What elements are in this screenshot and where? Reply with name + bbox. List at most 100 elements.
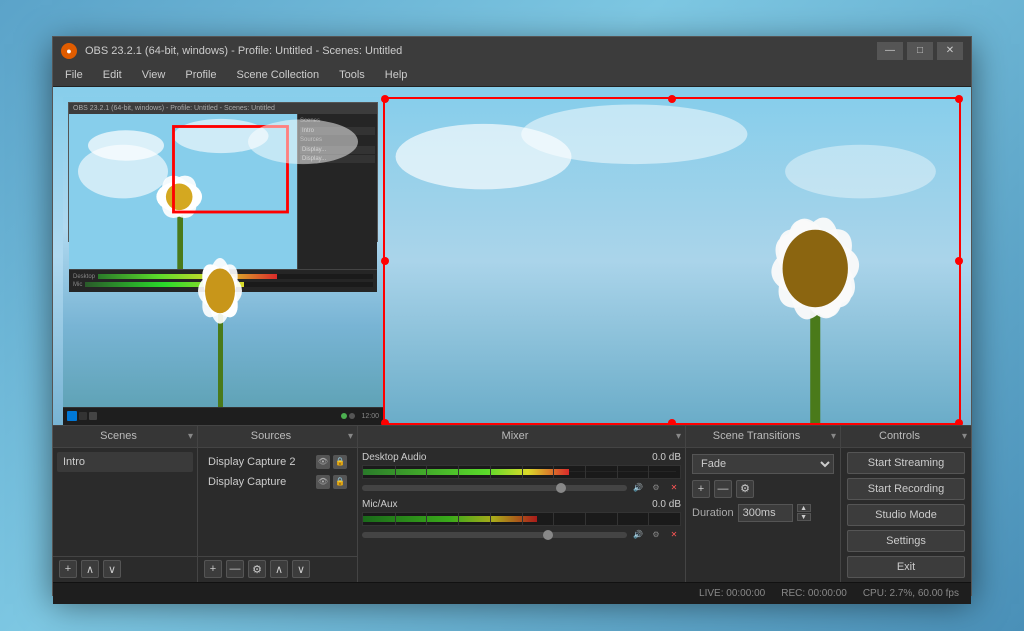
controls-panel: Controls ▾ Start Streaming Start Recordi… — [841, 426, 971, 582]
preview-left-taskbar: 12:00 — [63, 407, 383, 425]
start-streaming-btn[interactable]: Start Streaming — [847, 452, 965, 474]
mixer-desktop-mute-btn[interactable]: 🔊 — [631, 481, 645, 495]
scene-item-intro[interactable]: Intro — [57, 452, 193, 472]
preview-inner-bottom: Desktop Mic — [69, 269, 377, 292]
duration-up-btn[interactable]: ▲ — [797, 504, 811, 512]
sources-settings-btn[interactable]: ⚙ — [248, 560, 266, 578]
mixer-mic-settings-btn[interactable]: ⚙ — [649, 528, 663, 542]
menu-scene-collection[interactable]: Scene Collection — [233, 67, 324, 83]
start-recording-btn[interactable]: Start Recording — [847, 478, 965, 500]
minimize-button[interactable]: — — [877, 42, 903, 60]
scenes-footer: + ∧ ∨ — [53, 556, 197, 582]
menu-profile[interactable]: Profile — [181, 67, 220, 83]
duration-down-btn[interactable]: ▼ — [797, 513, 811, 521]
mixer-mic-footer: 🔊 ⚙ ✕ — [362, 528, 681, 542]
scenes-panel: Scenes ▾ Intro + ∧ ∨ — [53, 426, 198, 582]
menu-edit[interactable]: Edit — [99, 67, 126, 83]
studio-mode-btn[interactable]: Studio Mode — [847, 504, 965, 526]
duration-label: Duration — [692, 507, 734, 519]
mixer-mic-bar — [362, 512, 681, 526]
settings-btn[interactable]: Settings — [847, 530, 965, 552]
mixer-mic-fader[interactable] — [362, 532, 627, 538]
source-item-display-capture-2[interactable]: Display Capture 2 👁 🔒 — [202, 452, 353, 472]
preview-area: OBS 23.2.1 (64-bit, windows) - Profile: … — [53, 87, 971, 425]
preview-inner-content: Scenes Intro Sources Display... Display.… — [69, 114, 377, 269]
status-rec: REC: 00:00:00 — [781, 588, 847, 599]
exit-btn[interactable]: Exit — [847, 556, 965, 578]
mixer-desktop-header: Desktop Audio 0.0 dB — [362, 452, 681, 463]
mixer-header: Mixer ▾ — [358, 426, 685, 448]
app-icon: ● — [61, 43, 77, 59]
sources-content: Display Capture 2 👁 🔒 Display Capture 👁 … — [198, 448, 357, 556]
preview-canvas[interactable]: OBS 23.2.1 (64-bit, windows) - Profile: … — [53, 87, 971, 425]
mixer-mic-fader-thumb[interactable] — [543, 530, 553, 540]
source-item-display-capture[interactable]: Display Capture 👁 🔒 — [202, 472, 353, 492]
status-live: LIVE: 00:00:00 — [699, 588, 765, 599]
mixer-desktop-fader-thumb[interactable] — [556, 483, 566, 493]
mixer-title: Mixer — [358, 430, 672, 442]
scenes-content: Intro — [53, 448, 197, 556]
transitions-add-btn[interactable]: + — [692, 480, 710, 498]
mixer-track-mic: Mic/Aux 0.0 dB — [362, 499, 681, 542]
source-icons-2: 👁 🔒 — [316, 475, 347, 489]
transition-select[interactable]: Fade — [692, 454, 834, 474]
transitions-settings-btn[interactable]: ⚙ — [736, 480, 754, 498]
preview-right[interactable] — [383, 97, 961, 425]
obs-window: ● OBS 23.2.1 (64-bit, windows) - Profile… — [52, 36, 972, 596]
controls-header: Controls ▾ — [841, 426, 971, 448]
mixer-mic-mute-btn[interactable]: 🔊 — [631, 528, 645, 542]
scenes-down-btn[interactable]: ∨ — [103, 560, 121, 578]
transitions-header-btn[interactable]: ▾ — [827, 431, 840, 442]
transitions-panel: Scene Transitions ▾ Fade + — ⚙ Duration — [686, 426, 841, 582]
close-button[interactable]: ✕ — [937, 42, 963, 60]
mixer-desktop-name: Desktop Audio — [362, 452, 427, 463]
sources-add-btn[interactable]: + — [204, 560, 222, 578]
window-controls: — □ ✕ — [877, 42, 963, 60]
mixer-desktop-x-btn[interactable]: ✕ — [667, 481, 681, 495]
mixer-track-desktop: Desktop Audio 0.0 dB — [362, 452, 681, 495]
sources-down-btn[interactable]: ∨ — [292, 560, 310, 578]
mixer-desktop-fader[interactable] — [362, 485, 627, 491]
menu-help[interactable]: Help — [381, 67, 412, 83]
sources-title: Sources — [198, 430, 344, 442]
mixer-desktop-bar — [362, 465, 681, 479]
scenes-title: Scenes — [53, 430, 184, 442]
preview-inner-window: OBS 23.2.1 (64-bit, windows) - Profile: … — [68, 102, 378, 242]
mixer-header-btn[interactable]: ▾ — [672, 431, 685, 442]
source-icons-1: 👁 🔒 — [316, 455, 347, 469]
scenes-up-btn[interactable]: ∧ — [81, 560, 99, 578]
scenes-add-btn[interactable]: + — [59, 560, 77, 578]
source-lock-icon-1[interactable]: 🔒 — [333, 455, 347, 469]
source-eye-icon-1[interactable]: 👁 — [316, 455, 330, 469]
controls-content: Start Streaming Start Recording Studio M… — [841, 448, 971, 582]
source-lock-icon-2[interactable]: 🔒 — [333, 475, 347, 489]
mini-preview-svg — [69, 114, 297, 269]
controls-title: Controls — [841, 430, 958, 442]
title-bar: ● OBS 23.2.1 (64-bit, windows) - Profile… — [53, 37, 971, 65]
sources-header-btn[interactable]: ▾ — [344, 431, 357, 442]
panels-row: Scenes ▾ Intro + ∧ ∨ Sources ▾ — [53, 426, 971, 582]
sources-up-btn[interactable]: ∧ — [270, 560, 288, 578]
menu-tools[interactable]: Tools — [335, 67, 369, 83]
controls-header-btn[interactable]: ▾ — [958, 431, 971, 442]
sources-remove-btn[interactable]: — — [226, 560, 244, 578]
preview-left: OBS 23.2.1 (64-bit, windows) - Profile: … — [63, 97, 383, 425]
mixer-mic-fill — [363, 516, 537, 522]
mixer-content: Desktop Audio 0.0 dB — [358, 448, 685, 582]
mixer-mic-x-btn[interactable]: ✕ — [667, 528, 681, 542]
scenes-header-btn[interactable]: ▾ — [184, 431, 197, 442]
transition-controls: + — ⚙ — [692, 480, 834, 498]
preview-inner-titlebar: OBS 23.2.1 (64-bit, windows) - Profile: … — [69, 103, 377, 114]
window-title: OBS 23.2.1 (64-bit, windows) - Profile: … — [85, 45, 877, 57]
sources-header: Sources ▾ — [198, 426, 357, 448]
scenes-header: Scenes ▾ — [53, 426, 197, 448]
mixer-mic-db: 0.0 dB — [652, 499, 681, 510]
duration-input[interactable] — [738, 504, 793, 522]
mixer-desktop-settings-btn[interactable]: ⚙ — [649, 481, 663, 495]
maximize-button[interactable]: □ — [907, 42, 933, 60]
transitions-remove-btn[interactable]: — — [714, 480, 732, 498]
menu-view[interactable]: View — [138, 67, 170, 83]
source-eye-icon-2[interactable]: 👁 — [316, 475, 330, 489]
menu-file[interactable]: File — [61, 67, 87, 83]
sources-footer: + — ⚙ ∧ ∨ — [198, 556, 357, 582]
